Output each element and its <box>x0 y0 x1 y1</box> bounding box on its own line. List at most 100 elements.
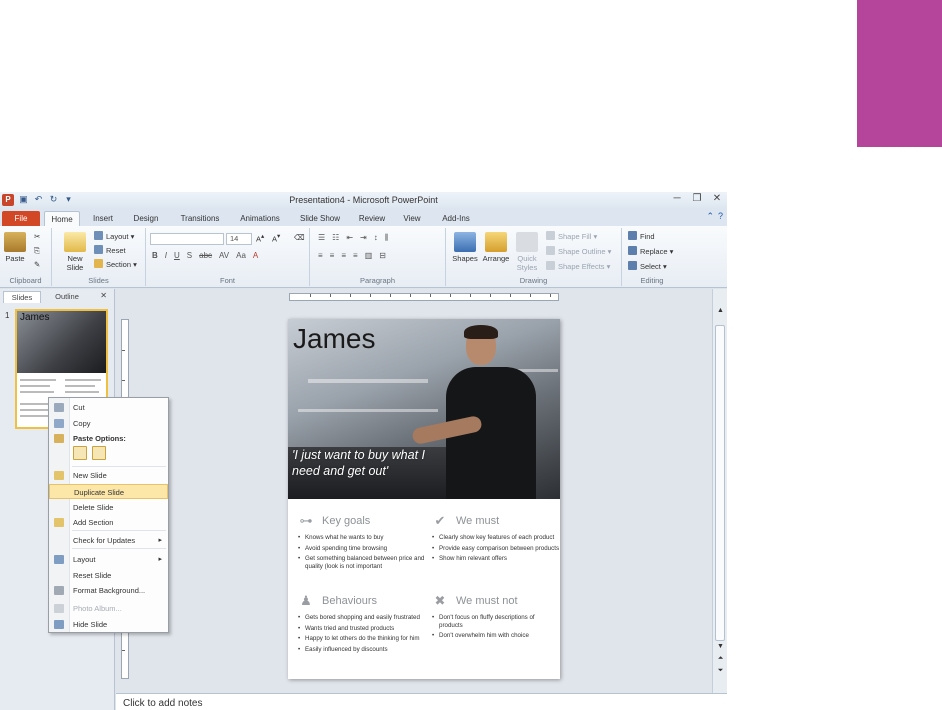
scroll-down-icon[interactable]: ▼ <box>713 643 727 650</box>
list-item: Provide easy comparison between products <box>430 545 560 553</box>
shapes-button[interactable]: Shapes <box>452 232 478 263</box>
decrease-indent-icon[interactable]: ⇤ <box>346 233 353 243</box>
tab-file[interactable]: File <box>2 211 40 226</box>
menu-item-photo-album[interactable]: Photo Album... <box>49 601 168 616</box>
arrange-button[interactable]: Arrange <box>480 232 512 263</box>
menu-item-reset-slide[interactable]: Reset Slide <box>49 568 168 583</box>
thumbnail-title: James <box>20 312 50 323</box>
grow-font-icon[interactable]: A▴ <box>256 233 264 244</box>
paste-button[interactable]: Paste <box>4 232 26 263</box>
slide-canvas[interactable]: James 'I just want to buy what I need an… <box>116 289 712 693</box>
menu-item-layout[interactable]: Layout ▸ <box>49 552 168 567</box>
menu-item-add-section[interactable]: Add Section <box>49 515 168 530</box>
increase-indent-icon[interactable]: ⇥ <box>360 233 367 243</box>
menu-item-duplicate-slide[interactable]: Duplicate Slide <box>49 484 168 499</box>
help-icon[interactable]: ? <box>718 211 723 222</box>
shadow-button[interactable]: S <box>187 251 192 260</box>
behaviours-section[interactable]: ♟ Behaviours Gets bored shopping and easi… <box>296 593 426 656</box>
menu-item-new-slide[interactable]: New Slide <box>49 468 168 483</box>
paste-picture-icon[interactable] <box>92 446 106 460</box>
ribbon: Paste ✂ ⎘ ✎ Clipboard New Slide Layout ▾… <box>0 226 727 288</box>
minimize-button[interactable]: ─ <box>671 193 683 204</box>
copy-icon <box>54 419 64 428</box>
persona-name[interactable]: James <box>293 323 375 355</box>
we-must-not-section[interactable]: ✖ We must not Don't focus on fluffy descr… <box>430 593 560 643</box>
font-size-combo[interactable]: 14 <box>226 233 252 245</box>
menu-item-format-background[interactable]: Format Background... <box>49 583 168 598</box>
shape-effects-icon <box>546 261 555 270</box>
new-slide-button[interactable]: New Slide <box>60 232 90 272</box>
align-left-icon[interactable]: ≡ <box>318 251 323 260</box>
format-painter-icon[interactable]: ✎ <box>34 260 40 269</box>
menu-item-check-for-updates[interactable]: Check for Updates ▸ <box>49 533 168 548</box>
strikethrough-button[interactable]: abc <box>199 251 212 260</box>
section-icon <box>54 518 64 527</box>
change-case-button[interactable]: Aa <box>236 251 246 260</box>
maximize-button[interactable]: ❐ <box>691 193 703 204</box>
previous-slide-icon[interactable]: ⏶ <box>713 655 727 663</box>
bold-button[interactable]: B <box>152 251 158 260</box>
clear-formatting-icon[interactable]: ⌫ <box>294 233 305 242</box>
scrollbar-thumb[interactable] <box>715 325 725 641</box>
paste-use-destination-icon[interactable] <box>73 446 87 460</box>
tab-animations[interactable]: Animations <box>234 211 286 226</box>
quick-styles-button[interactable]: Quick Styles <box>514 232 540 272</box>
key-goals-section[interactable]: ⊶ Key goals Knows what he wants to buy Av… <box>296 513 426 573</box>
shape-outline-button[interactable]: Shape Outline ▾ <box>546 246 611 256</box>
persona-quote[interactable]: 'I just want to buy what I need and get … <box>292 447 442 479</box>
replace-button[interactable]: Replace ▾ <box>628 246 673 256</box>
font-name-combo[interactable] <box>150 233 224 245</box>
tab-view[interactable]: View <box>397 211 427 226</box>
tab-slides[interactable]: Slides <box>3 291 41 303</box>
shrink-font-icon[interactable]: A▾ <box>272 233 280 244</box>
tab-home[interactable]: Home <box>44 211 80 226</box>
next-slide-icon[interactable]: ⏷ <box>713 667 727 675</box>
bullets-icon[interactable]: ☰ <box>318 233 325 243</box>
underline-button[interactable]: U <box>174 251 180 260</box>
find-button[interactable]: Find <box>628 231 655 241</box>
close-button[interactable]: ✕ <box>711 193 723 204</box>
section-button[interactable]: Section ▾ <box>94 259 137 269</box>
paragraph-top-row: ☰ ☷ ⇤ ⇥ ↕ ⫼ <box>318 233 388 243</box>
align-center-icon[interactable]: ≡ <box>330 251 335 260</box>
copy-icon[interactable]: ⎘ <box>34 246 40 256</box>
section-title: Key goals <box>322 515 371 527</box>
menu-item-hide-slide[interactable]: Hide Slide <box>49 617 168 632</box>
columns-icon[interactable]: ▥ <box>365 251 373 260</box>
tab-insert[interactable]: Insert <box>86 211 120 226</box>
notes-pane[interactable]: Click to add notes <box>116 693 727 710</box>
font-color-button[interactable]: A <box>253 251 258 260</box>
menu-item-delete-slide[interactable]: Delete Slide <box>49 500 168 515</box>
tab-design[interactable]: Design <box>127 211 165 226</box>
font-format-buttons: B I U S abc AV Aa A <box>152 251 258 260</box>
close-panel-icon[interactable]: ✕ <box>100 291 107 300</box>
we-must-section[interactable]: ✔ We must Clearly show key features of ea… <box>430 513 560 566</box>
menu-item-copy[interactable]: Copy <box>49 416 168 431</box>
select-button[interactable]: Select ▾ <box>628 261 667 271</box>
slide[interactable]: James 'I just want to buy what I need an… <box>288 319 560 679</box>
tab-add-ins[interactable]: Add-Ins <box>436 211 476 226</box>
italic-button[interactable]: I <box>165 251 167 260</box>
tab-review[interactable]: Review <box>354 211 390 226</box>
minimize-ribbon-icon[interactable]: ⌃ <box>706 211 714 222</box>
character-spacing-button[interactable]: AV <box>219 251 229 260</box>
vertical-scrollbar[interactable]: ▲ ▼ ⏶ ⏷ <box>712 289 727 693</box>
shape-effects-button[interactable]: Shape Effects ▾ <box>546 261 610 271</box>
drawing-group-label: Drawing <box>519 276 548 285</box>
justify-icon[interactable]: ≡ <box>353 251 358 260</box>
numbering-icon[interactable]: ☷ <box>332 233 339 243</box>
layout-button[interactable]: Layout ▾ <box>94 231 134 241</box>
text-direction-icon[interactable]: ⫼ <box>385 233 389 243</box>
line-spacing-icon[interactable]: ↕ <box>374 233 378 243</box>
shape-fill-button[interactable]: Shape Fill ▾ <box>546 231 597 241</box>
tab-outline[interactable]: Outline <box>44 291 90 303</box>
tab-slide-show[interactable]: Slide Show <box>294 211 346 226</box>
new-slide-icon <box>54 471 64 480</box>
reset-button[interactable]: Reset <box>94 245 126 255</box>
tab-transitions[interactable]: Transitions <box>172 211 228 226</box>
align-right-icon[interactable]: ≡ <box>341 251 346 260</box>
cut-icon[interactable]: ✂ <box>34 232 40 241</box>
menu-item-cut[interactable]: Cut <box>49 400 168 415</box>
scroll-up-icon[interactable]: ▲ <box>713 307 727 314</box>
align-text-icon[interactable]: ⊟ <box>379 251 386 260</box>
